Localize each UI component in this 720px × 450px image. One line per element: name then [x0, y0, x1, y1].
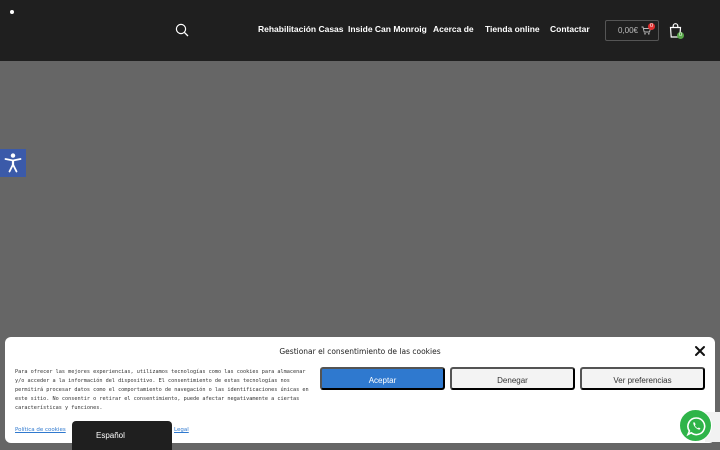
view-preferences-button[interactable]: Ver preferencias [580, 367, 705, 390]
language-label: Español [96, 431, 125, 440]
language-switcher[interactable]: Español [72, 421, 172, 450]
close-icon[interactable] [694, 345, 706, 357]
cart-count-badge: 0 [648, 23, 655, 30]
cookie-policy-link[interactable]: Política de cookies [15, 427, 66, 433]
logo-dot [10, 10, 14, 14]
nav-contactar[interactable]: Contactar [550, 24, 590, 34]
site-header: Rehabilitación Casas Inside Can Monroig … [0, 0, 720, 61]
accept-cookies-button[interactable]: Aceptar [320, 367, 445, 390]
cookie-banner-title: Gestionar el consentimiento de las cooki… [279, 347, 441, 356]
whatsapp-icon [686, 417, 706, 437]
accessibility-button[interactable] [0, 149, 26, 177]
nav-tienda-online[interactable]: Tienda online [485, 24, 540, 34]
whatsapp-button[interactable] [679, 409, 712, 442]
legal-link[interactable]: Legal [174, 427, 189, 433]
cookie-banner-text: Para ofrecer las mejores experiencias, u… [15, 369, 309, 412]
nav-rehabilitacion-casas[interactable]: Rehabilitación Casas [258, 24, 344, 34]
cart-total: 0,00€ [618, 26, 639, 35]
search-icon[interactable] [175, 23, 189, 37]
accessibility-icon [4, 153, 22, 173]
bag-count-badge: 0 [677, 32, 684, 39]
deny-cookies-button[interactable]: Denegar [450, 367, 575, 390]
nav-acerca-de[interactable]: Acerca de [433, 24, 474, 34]
nav-inside-can-monroig[interactable]: Inside Can Monroig [348, 24, 427, 34]
cart-button[interactable]: 0,00€ 0 [605, 20, 659, 41]
